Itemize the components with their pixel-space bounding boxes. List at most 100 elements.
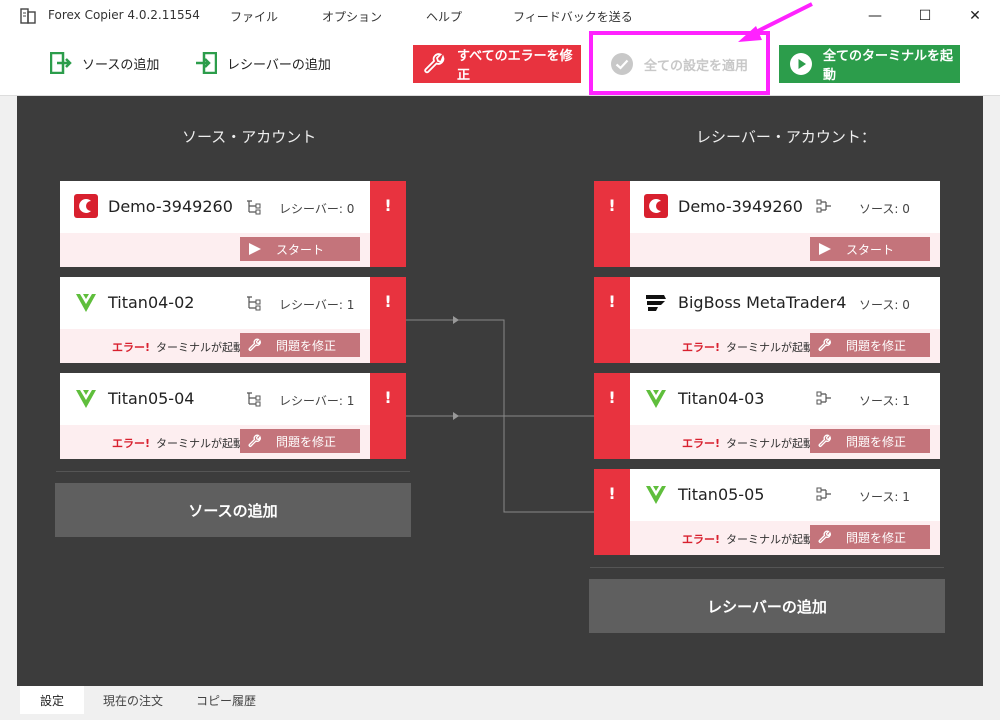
error-detail: ターミナルが起動: [156, 341, 245, 354]
account-name: Titan04-03: [678, 389, 765, 408]
error-message: エラー! ターミナルが起動: [682, 435, 814, 451]
broker-logo-icon: [644, 290, 668, 314]
account-name: BigBoss MetaTrader4: [678, 293, 847, 312]
error-message: エラー! ターミナルが起動: [112, 435, 244, 451]
add-source-button[interactable]: ソースの追加: [55, 483, 411, 537]
menu-file[interactable]: ファイル: [230, 8, 278, 25]
fix-problem-button[interactable]: 問題を修正: [240, 429, 360, 453]
start-button[interactable]: スタート: [240, 237, 360, 261]
error-label: エラー!: [112, 437, 151, 450]
error-detail: ターミナルが起動: [726, 341, 815, 354]
error-flag[interactable]: !: [594, 469, 630, 555]
receiver-count: レシーバー: 1: [279, 394, 355, 408]
source-count: ソース: 0: [859, 298, 910, 312]
wrench-icon: [423, 52, 447, 76]
fix-problem-label: 問題を修正: [276, 434, 337, 449]
app-logo-icon: [20, 8, 36, 24]
account-name: Titan05-04: [108, 389, 195, 408]
error-flag[interactable]: !: [370, 373, 406, 459]
broker-logo-icon: [76, 294, 96, 312]
start-button[interactable]: スタート: [810, 237, 930, 261]
error-label: エラー!: [682, 533, 721, 546]
play-icon: [819, 243, 831, 255]
error-flag[interactable]: !: [370, 277, 406, 363]
tab-copy-history[interactable]: コピー履歴: [186, 686, 266, 714]
close-button[interactable]: ✕: [950, 0, 1000, 32]
fix-problem-button[interactable]: 問題を修正: [240, 333, 360, 357]
play-circle-icon: [789, 52, 813, 76]
minimize-button[interactable]: —: [850, 0, 900, 32]
source-card[interactable]: Titan05-04 レシーバー: 1 ! エラー! ターミナルが起動 問題を修正: [60, 373, 406, 459]
error-message: エラー! ターミナルが起動: [682, 339, 814, 355]
toolbar: ソースの追加 レシーバーの追加 すべてのエラーを修正 全ての設定を適用 全てのタ…: [0, 32, 1000, 96]
bottom-tab-bar: 設定 現在の注文 コピー履歴: [0, 686, 1000, 720]
broker-logo-icon: [646, 390, 666, 408]
fix-problem-button[interactable]: 問題を修正: [810, 333, 930, 357]
add-source-icon: [50, 52, 72, 74]
play-icon: [249, 243, 261, 255]
window-title: Forex Copier 4.0.2.11554: [48, 8, 200, 22]
sources-tree-icon: [816, 199, 831, 213]
source-count: ソース: 0: [859, 202, 910, 216]
receiver-accounts-title: レシーバー・アカウント：: [696, 128, 876, 146]
wrench-icon: [248, 338, 261, 351]
error-flag[interactable]: !: [594, 181, 630, 267]
maximize-button[interactable]: ☐: [900, 0, 950, 32]
broker-logo-icon: [76, 390, 96, 408]
error-label: エラー!: [682, 437, 721, 450]
receiver-card[interactable]: ! Titan05-05 ソース: 1 エラー! ターミナルが起動 問題を修正: [594, 469, 940, 555]
add-receiver-label: レシーバーの追加: [227, 57, 331, 73]
error-detail: ターミナルが起動: [726, 437, 815, 450]
broker-logo-icon: [644, 194, 668, 218]
annotation-arrow-icon: [738, 2, 813, 42]
source-accounts-title: ソース・アカウント: [182, 128, 317, 146]
menu-help[interactable]: ヘルプ: [426, 8, 462, 25]
wrench-icon: [818, 338, 831, 351]
source-count: ソース: 1: [859, 490, 910, 504]
fix-problem-label: 問題を修正: [846, 530, 907, 545]
account-name: Demo-3949260: [108, 197, 233, 216]
source-card[interactable]: Titan04-02 レシーバー: 1 ! エラー! ターミナルが起動 問題を修正: [60, 277, 406, 363]
error-label: エラー!: [112, 341, 151, 354]
fix-problem-button[interactable]: 問題を修正: [810, 525, 930, 549]
error-flag[interactable]: !: [370, 181, 406, 267]
start-all-terminals-button[interactable]: 全てのターミナルを起動: [779, 45, 960, 83]
account-name: Demo-3949260: [678, 197, 803, 216]
fix-problem-button[interactable]: 問題を修正: [810, 429, 930, 453]
divider: [590, 567, 944, 568]
error-flag[interactable]: !: [594, 373, 630, 459]
tab-current-orders[interactable]: 現在の注文: [92, 686, 174, 714]
add-receiver-button[interactable]: レシーバーの追加: [589, 579, 945, 633]
receiver-card[interactable]: ! Titan04-03 ソース: 1 エラー! ターミナルが起動 問題を修正: [594, 373, 940, 459]
receiver-count: レシーバー: 1: [279, 298, 355, 312]
title-bar: Forex Copier 4.0.2.11554 ファイル オプション ヘルプ …: [0, 0, 1000, 32]
error-detail: ターミナルが起動: [726, 533, 815, 546]
fix-all-errors-label: すべてのエラーを修正: [457, 49, 573, 83]
wrench-icon: [818, 530, 831, 543]
menu-options[interactable]: オプション: [322, 8, 382, 25]
fix-all-errors-button[interactable]: すべてのエラーを修正: [413, 45, 581, 83]
add-receiver-toolbar-button[interactable]: レシーバーの追加: [195, 52, 331, 74]
receiver-card[interactable]: ! Demo-3949260 ソース: 0 スタート: [594, 181, 940, 267]
add-source-label: ソースの追加: [82, 57, 160, 73]
broker-logo-icon: [646, 486, 666, 504]
account-name: Titan04-02: [108, 293, 195, 312]
source-card[interactable]: Demo-3949260 レシーバー: 0 ! スタート: [60, 181, 406, 267]
fix-problem-label: 問題を修正: [276, 338, 337, 353]
start-label: スタート: [846, 242, 895, 257]
tab-settings[interactable]: 設定: [20, 686, 84, 714]
start-label: スタート: [276, 242, 325, 257]
error-flag[interactable]: !: [594, 277, 630, 363]
receivers-tree-icon: [247, 296, 261, 311]
main-panel: ソース・アカウント レシーバー・アカウント： Demo-3949260 レシーバ…: [17, 96, 983, 686]
fix-problem-label: 問題を修正: [846, 338, 907, 353]
add-source-toolbar-button[interactable]: ソースの追加: [50, 52, 159, 74]
menu-feedback[interactable]: フィードバックを送る: [513, 8, 633, 25]
wrench-icon: [248, 434, 261, 447]
receiver-count: レシーバー: 0: [279, 202, 355, 216]
receivers-tree-icon: [247, 200, 261, 215]
receiver-card[interactable]: ! BigBoss MetaTrader4 ソース: 0 エラー! ターミナルが起…: [594, 277, 940, 363]
error-label: エラー!: [682, 341, 721, 354]
source-count: ソース: 1: [859, 394, 910, 408]
error-detail: ターミナルが起動: [156, 437, 245, 450]
